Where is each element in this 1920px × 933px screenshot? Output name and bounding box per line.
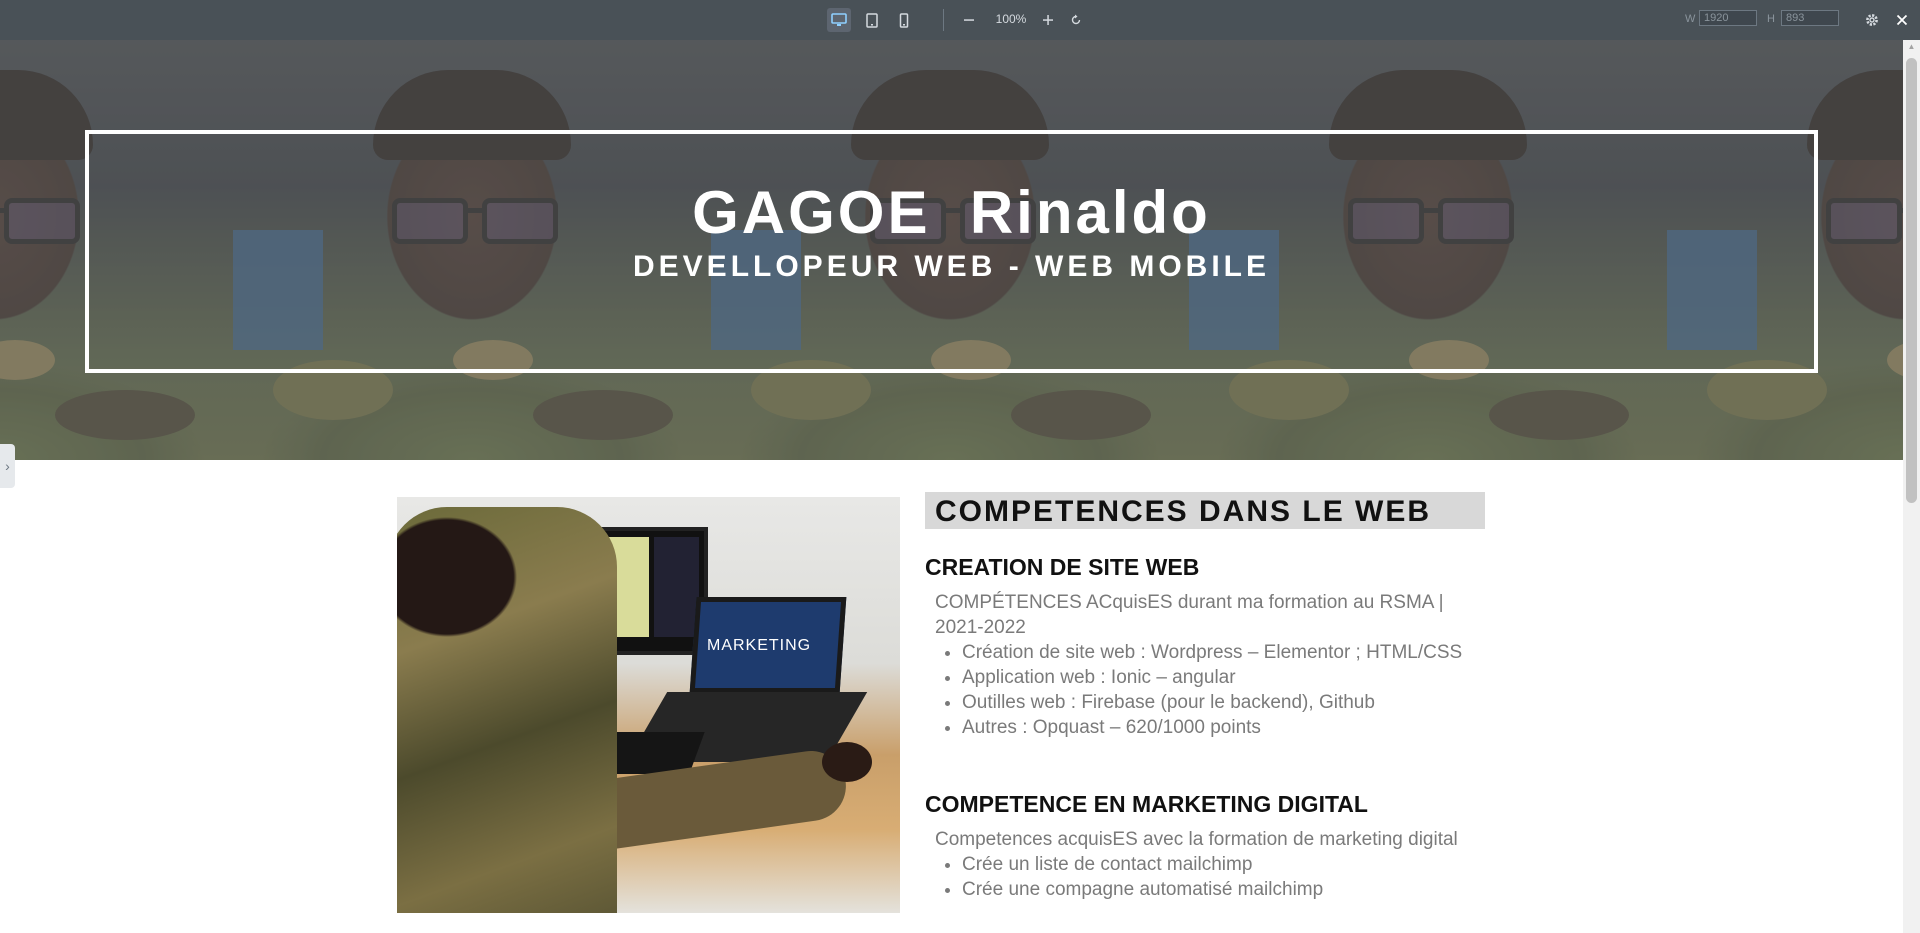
web-skill-list: Création de site web : Wordpress – Eleme… [935, 640, 1465, 740]
chevron-right-icon: › [5, 458, 10, 474]
hero-subtitle: DEVELLOPEUR WEB - WEB MOBILE [633, 250, 1270, 283]
hero-name: GAGOE Rinaldo [692, 179, 1211, 246]
height-label: H [1767, 13, 1775, 25]
web-intro: COMPÉTENCES ACquisES durant ma formation… [935, 592, 1444, 638]
width-label: W [1685, 13, 1696, 25]
width-input[interactable] [1699, 10, 1757, 26]
list-item: Création de site web : Wordpress – Eleme… [962, 640, 1465, 665]
list-item: Application web : Ionic – angular [962, 665, 1465, 690]
desktop-icon[interactable] [827, 8, 851, 32]
zoom-level: 100% [995, 12, 1027, 26]
scroll-thumb[interactable] [1906, 58, 1917, 503]
marketing-skill-list: Crée un liste de contact mailchimp Crée … [935, 852, 1465, 902]
reset-icon[interactable] [1064, 8, 1088, 32]
list-item: Crée un liste de contact mailchimp [962, 852, 1465, 877]
web-skills: COMPÉTENCES ACquisES durant ma formation… [935, 590, 1465, 740]
hero-banner: GAGOE Rinaldo DEVELLOPEUR WEB - WEB MOBI… [0, 40, 1903, 460]
mobile-icon[interactable] [892, 8, 916, 32]
section-title-bar: COMPETENCES DANS LE WEB [925, 492, 1485, 529]
close-icon[interactable] [1890, 8, 1914, 32]
marketing-intro: Competences acquisES avec la formation d… [935, 829, 1458, 850]
tablet-icon[interactable] [860, 8, 884, 32]
scroll-up-icon[interactable]: ▲ [1903, 42, 1920, 54]
list-item: Autres : Opquast – 620/1000 points [962, 715, 1465, 740]
web-heading: CREATION DE SITE WEB [925, 554, 1200, 580]
panel-toggle-handle[interactable]: › [0, 444, 15, 488]
list-item: Crée une compagne automatisé mailchimp [962, 877, 1465, 902]
photo-laptop-text: MARKETING [707, 637, 812, 654]
height-input[interactable] [1781, 10, 1839, 26]
zoom-out-icon[interactable] [957, 8, 981, 32]
editor-toolbar: 100% W H [0, 0, 1920, 40]
gear-icon[interactable] [1860, 8, 1884, 32]
toolbar-divider [943, 9, 944, 31]
marketing-skills: Competences acquisES avec la formation d… [935, 827, 1465, 902]
zoom-in-icon[interactable] [1036, 8, 1060, 32]
section-title: COMPETENCES DANS LE WEB [935, 495, 1432, 528]
list-item: Outilles web : Firebase (pour le backend… [962, 690, 1465, 715]
vertical-scrollbar[interactable]: ▲ [1903, 40, 1920, 933]
developer-photo: MARKETING [397, 497, 900, 913]
marketing-heading: COMPETENCE EN MARKETING DIGITAL [925, 791, 1368, 817]
